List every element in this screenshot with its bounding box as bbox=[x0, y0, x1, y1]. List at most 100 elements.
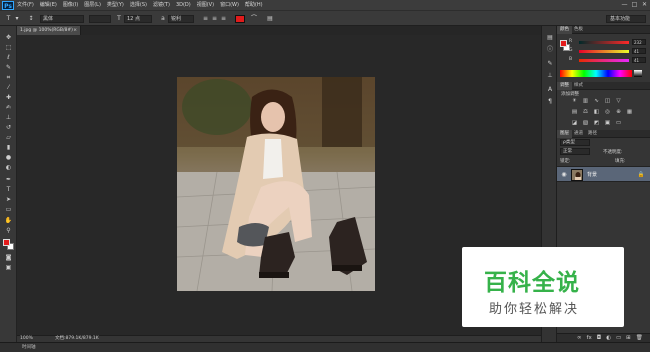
selective-color-icon[interactable]: ▣ bbox=[604, 120, 611, 127]
close-icon[interactable]: ✕ bbox=[641, 1, 648, 8]
menu-view[interactable]: 视图(V) bbox=[194, 0, 217, 10]
maximize-icon[interactable]: □ bbox=[631, 1, 638, 8]
document-photo[interactable] bbox=[177, 77, 375, 291]
vibrance-icon[interactable]: ▽ bbox=[615, 98, 622, 105]
gradient-icon[interactable]: ▮ bbox=[4, 144, 13, 152]
align-left-icon[interactable]: ≡ bbox=[202, 15, 209, 23]
invert-icon[interactable]: ◪ bbox=[571, 120, 578, 127]
font-family-select[interactable]: 黑体 bbox=[40, 15, 84, 23]
red-value[interactable]: 232 bbox=[632, 39, 646, 45]
quick-select-icon[interactable]: ✎ bbox=[4, 64, 13, 72]
tab-paths[interactable]: 路径 bbox=[585, 130, 600, 138]
tab-adjustments[interactable]: 调整 bbox=[557, 82, 572, 90]
history-brush-icon[interactable]: ↺ bbox=[4, 124, 13, 132]
menu-filter[interactable]: 滤镜(T) bbox=[150, 0, 173, 10]
align-center-icon[interactable]: ≡ bbox=[211, 15, 218, 23]
tab-color[interactable]: 颜色 bbox=[557, 26, 572, 34]
menu-select[interactable]: 选择(S) bbox=[127, 0, 150, 10]
properties-panel-icon[interactable]: ⓘ bbox=[546, 46, 554, 54]
tab-styles[interactable]: 样式 bbox=[571, 82, 586, 90]
adjustment-layer-icon[interactable]: ◐ bbox=[606, 334, 611, 342]
tab-close-icon[interactable]: × bbox=[73, 26, 77, 35]
dodge-icon[interactable]: ◐ bbox=[4, 164, 13, 172]
rectangle-icon[interactable]: ▭ bbox=[4, 206, 13, 214]
color-lookup-icon[interactable]: ▦ bbox=[626, 109, 633, 116]
posterize-icon[interactable]: ▧ bbox=[582, 120, 589, 127]
blur-icon[interactable]: ● bbox=[4, 154, 13, 162]
history-panel-icon[interactable]: ▤ bbox=[546, 34, 554, 42]
workspace-select[interactable]: 基本功能 bbox=[606, 15, 646, 23]
crop-icon[interactable]: ⌗ bbox=[4, 74, 13, 82]
green-track[interactable] bbox=[579, 50, 629, 53]
color-balance-icon[interactable]: ⚖ bbox=[582, 109, 589, 116]
panel-foreground-swatch[interactable] bbox=[560, 40, 567, 47]
layer-name[interactable]: 背景 bbox=[587, 167, 597, 183]
green-slider[interactable]: G 41 bbox=[569, 48, 647, 54]
paragraph-panel-icon[interactable]: ¶ bbox=[546, 98, 554, 106]
channel-mixer-icon[interactable]: ⊕ bbox=[615, 109, 622, 116]
brush-icon[interactable]: ✍ bbox=[4, 104, 13, 112]
red-slider[interactable]: R 232 bbox=[569, 39, 647, 45]
text-orientation-icon[interactable]: ↕ bbox=[27, 15, 35, 23]
text-color-swatch[interactable] bbox=[235, 15, 245, 23]
curves-icon[interactable]: ∿ bbox=[593, 98, 600, 105]
brightness-contrast-icon[interactable]: ☀ bbox=[571, 98, 578, 105]
menu-edit[interactable]: 编辑(E) bbox=[37, 0, 60, 10]
menu-image[interactable]: 图像(I) bbox=[60, 0, 81, 10]
healing-brush-icon[interactable]: ✚ bbox=[4, 94, 13, 102]
menu-type[interactable]: 类型(Y) bbox=[104, 0, 127, 10]
blue-slider[interactable]: B 41 bbox=[569, 57, 647, 63]
gradient-map-icon[interactable]: ▭ bbox=[615, 120, 622, 127]
lasso-icon[interactable]: ℓ bbox=[4, 54, 13, 62]
timeline-bar[interactable]: 时间轴 bbox=[0, 342, 650, 352]
hue-saturation-icon[interactable]: ▤ bbox=[571, 109, 578, 116]
new-layer-icon[interactable]: ⊞ bbox=[626, 334, 631, 342]
blue-value[interactable]: 41 bbox=[632, 57, 646, 63]
font-style-select[interactable] bbox=[89, 15, 111, 23]
character-panel-icon[interactable]: A bbox=[546, 86, 554, 94]
eyedropper-icon[interactable]: ⁄ bbox=[4, 84, 13, 92]
tab-swatches[interactable]: 色板 bbox=[571, 26, 586, 34]
menu-layer[interactable]: 图层(L) bbox=[81, 0, 104, 10]
tab-layers[interactable]: 图层 bbox=[557, 130, 572, 138]
add-mask-icon[interactable]: ◘ bbox=[597, 334, 601, 342]
zoom-icon[interactable]: ⚲ bbox=[4, 227, 13, 235]
blue-track[interactable] bbox=[579, 59, 629, 62]
green-value[interactable]: 41 bbox=[632, 48, 646, 54]
clone-source-panel-icon[interactable]: ⊥ bbox=[546, 72, 554, 80]
character-panel-icon[interactable]: ▤ bbox=[266, 15, 274, 23]
color-spectrum[interactable] bbox=[560, 70, 632, 77]
tab-channels[interactable]: 通道 bbox=[571, 130, 586, 138]
eraser-icon[interactable]: ▱ bbox=[4, 134, 13, 142]
path-select-icon[interactable]: ➤ bbox=[4, 196, 13, 204]
menu-help[interactable]: 帮助(H) bbox=[242, 0, 266, 10]
layer-row-background[interactable]: ◉ 背景 🔒 bbox=[557, 166, 650, 182]
delete-layer-icon[interactable]: 🗑 bbox=[636, 334, 643, 342]
brush-panel-icon[interactable]: ✎ bbox=[546, 60, 554, 68]
threshold-icon[interactable]: ◩ bbox=[593, 120, 600, 127]
group-icon[interactable]: ▭ bbox=[616, 334, 621, 342]
levels-icon[interactable]: ▥ bbox=[582, 98, 589, 105]
visibility-eye-icon[interactable]: ◉ bbox=[560, 171, 568, 179]
warp-text-icon[interactable]: ⌒ bbox=[250, 15, 258, 23]
link-layers-icon[interactable]: ∞ bbox=[577, 334, 582, 342]
font-size-select[interactable]: 12 点 bbox=[124, 15, 152, 23]
align-right-icon[interactable]: ≡ bbox=[220, 15, 227, 23]
exposure-icon[interactable]: ◫ bbox=[604, 98, 611, 105]
grayscale-ramp[interactable] bbox=[634, 70, 642, 77]
red-track[interactable] bbox=[579, 41, 629, 44]
pen-icon[interactable]: ✒ bbox=[4, 176, 13, 184]
marquee-icon[interactable]: ⬚ bbox=[4, 44, 13, 52]
tool-preset-dropdown-icon[interactable]: ▾ bbox=[14, 15, 20, 23]
document-tab[interactable]: 1.jpg @ 100%(RGB/8#) × bbox=[17, 26, 81, 35]
menu-file[interactable]: 文件(F) bbox=[14, 0, 37, 10]
quick-mask-icon[interactable]: ◙ bbox=[4, 254, 13, 262]
clone-stamp-icon[interactable]: ⊥ bbox=[4, 114, 13, 122]
move-icon[interactable]: ✥ bbox=[4, 34, 13, 42]
anti-alias-select[interactable]: 锐利 bbox=[168, 15, 194, 23]
blend-mode-select[interactable]: 正常 bbox=[560, 148, 590, 155]
foreground-color-swatch[interactable] bbox=[3, 239, 10, 246]
menu-3d[interactable]: 3D(D) bbox=[173, 0, 194, 10]
layer-style-icon[interactable]: fx bbox=[587, 334, 592, 342]
type-icon[interactable]: T bbox=[4, 186, 13, 194]
